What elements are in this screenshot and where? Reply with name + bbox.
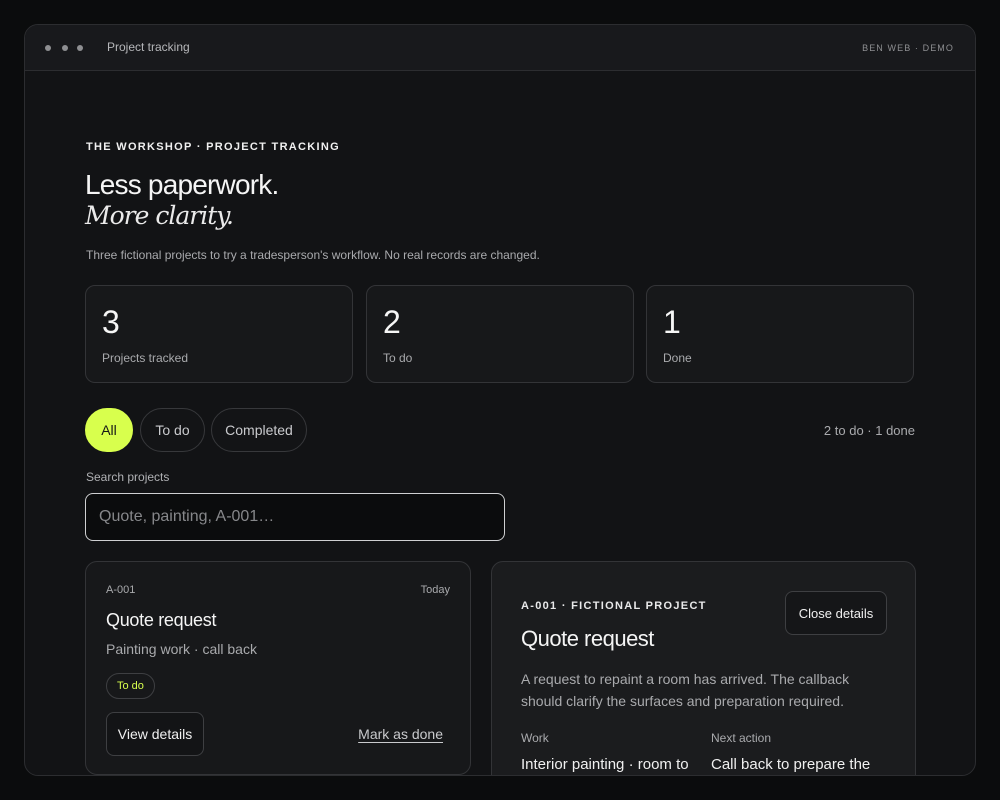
- search-input[interactable]: [85, 493, 505, 541]
- filter-summary: 2 to do · 1 done: [823, 423, 915, 438]
- mark-as-done-link[interactable]: Mark as done: [358, 726, 443, 742]
- stat-value: 3: [102, 304, 120, 340]
- window-titlebar: Project tracking BEN WEB · DEMO: [25, 25, 975, 71]
- detail-work-label: Work: [521, 731, 549, 745]
- stat-card-done: 1 Done: [646, 285, 914, 383]
- stat-value: 2: [383, 304, 401, 340]
- project-title: Quote request: [106, 610, 217, 630]
- window-badge: BEN WEB · DEMO: [862, 43, 954, 53]
- app-window: Project tracking BEN WEB · DEMO THE WORK…: [24, 24, 976, 776]
- filter-completed-button[interactable]: Completed: [211, 408, 307, 452]
- hero-title: Less paperwork.: [85, 169, 279, 200]
- status-badge: To do: [106, 673, 155, 699]
- hero-title-italic: More clarity.: [85, 201, 234, 230]
- window-dot-icon: [77, 45, 83, 51]
- search-label: Search projects: [86, 470, 170, 484]
- filter-all-button[interactable]: All: [85, 408, 133, 452]
- detail-next-value: Call back to prepare the: [711, 756, 871, 773]
- hero-eyebrow: THE WORKSHOP · PROJECT TRACKING: [86, 141, 340, 153]
- detail-next-label: Next action: [711, 731, 772, 745]
- stat-label: Projects tracked: [102, 351, 189, 365]
- stat-label: Done: [663, 351, 692, 365]
- project-detail-panel: A-001 · FICTIONAL PROJECT Close details …: [491, 561, 916, 775]
- detail-eyebrow: A-001 · FICTIONAL PROJECT: [521, 600, 707, 612]
- view-details-button[interactable]: View details: [106, 712, 204, 756]
- stat-card-todo: 2 To do: [366, 285, 634, 383]
- detail-work-value: Interior painting · room to: [521, 756, 689, 773]
- stat-card-projects: 3 Projects tracked: [85, 285, 353, 383]
- filter-todo-button[interactable]: To do: [140, 408, 205, 452]
- project-subtitle: Painting work · call back: [106, 641, 257, 657]
- window-title: Project tracking: [107, 40, 190, 54]
- stat-value: 1: [663, 304, 681, 340]
- project-date: Today: [420, 584, 450, 596]
- project-card: A-001 Today Quote request Painting work …: [85, 561, 471, 775]
- project-id: A-001: [106, 584, 136, 596]
- detail-description: A request to repaint a room has arrived.…: [521, 671, 850, 709]
- hero-lead: Three fictional projects to try a trades…: [86, 248, 540, 262]
- stat-label: To do: [383, 351, 413, 365]
- detail-title: Quote request: [521, 626, 654, 651]
- close-details-button[interactable]: Close details: [785, 591, 887, 635]
- window-dot-icon: [45, 45, 51, 51]
- window-dot-icon: [62, 45, 68, 51]
